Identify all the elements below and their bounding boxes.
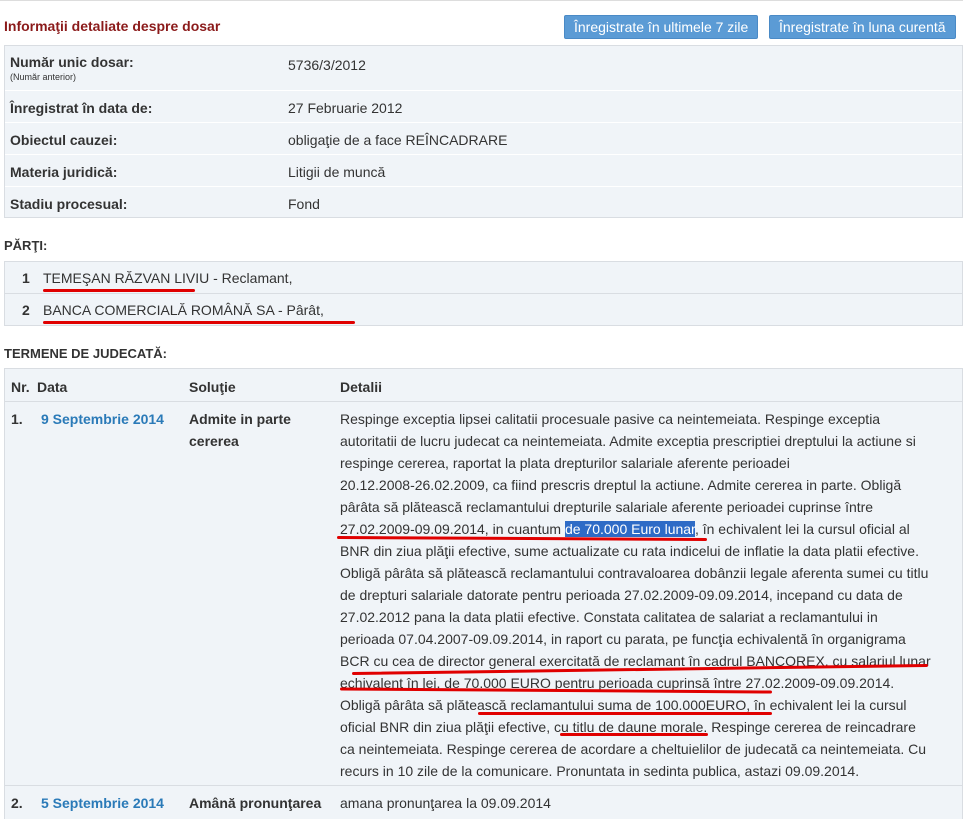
col-header-date: Data <box>37 379 68 395</box>
object-value: obligaţie de a face REÎNCADRARE <box>288 132 508 148</box>
previous-number-label: (Număr anterior) <box>10 72 77 82</box>
term-details: Respinge exceptia lipsei calitatii proce… <box>340 408 940 782</box>
term-solution: cererea <box>189 433 239 449</box>
detail-row-object: Obiectul cauzei: obligaţie de a face REÎ… <box>5 122 962 155</box>
details-line: BNR din ziua plăţii efective, sume actua… <box>340 543 919 559</box>
matter-value: Litigii de muncă <box>288 164 386 180</box>
party-name: TEMEŞAN RĂZVAN LIVIU - Reclamant, <box>43 270 293 286</box>
detail-row-stage: Stadiu procesual: Fond <box>5 186 962 218</box>
details-line: Respinge exceptia lipsei calitatii proce… <box>340 411 881 427</box>
col-header-details: Detalii <box>340 379 383 395</box>
object-label: Obiectul cauzei: <box>10 132 118 148</box>
term-solution: Amână pronunţarea <box>189 795 322 811</box>
stage-label: Stadiu procesual: <box>10 196 128 212</box>
page-header: Informaţii detaliate despre dosar Înregi… <box>4 12 962 40</box>
matter-label: Materia juridică: <box>10 164 118 180</box>
term-row-number: 1. <box>11 411 23 427</box>
red-underline-annotation <box>560 733 708 736</box>
current-month-button[interactable]: Înregistrate în luna curentă <box>769 15 956 39</box>
selected-text: de 70.000 Euro lunar <box>564 521 695 537</box>
term-solution: Admite in parte <box>189 411 291 427</box>
details-line: Obligă pârâta să plătească reclamantului… <box>340 565 929 581</box>
case-number-label: Număr unic dosar: <box>10 54 134 70</box>
party-number: 2 <box>22 302 30 318</box>
detail-row-case-number: Număr unic dosar: (Număr anterior) 5736/… <box>5 46 962 90</box>
details-line: perioada 07.04.2007-09.09.2014, in rapor… <box>340 631 906 647</box>
term-details: amana pronunţarea la 09.09.2014 <box>340 795 551 811</box>
details-line: 27.02.2012 pana la data platii efective.… <box>340 609 878 625</box>
red-underline-annotation <box>478 712 772 715</box>
terms-heading: TERMENE DE JUDECATĂ: <box>4 346 167 361</box>
top-divider <box>0 0 963 5</box>
details-line: recurs in 10 zile de la comunicare. Pron… <box>340 763 860 779</box>
case-number-value: 5736/3/2012 <box>288 57 366 73</box>
col-header-nr: Nr. <box>11 379 30 395</box>
party-name: BANCA COMERCIALĂ ROMÂNĂ SA - Pârât, <box>43 302 324 318</box>
case-details-panel: Număr unic dosar: (Număr anterior) 5736/… <box>4 45 963 218</box>
page-title: Informaţii detaliate despre dosar <box>4 18 221 34</box>
red-underline-annotation <box>43 289 195 292</box>
term-date-link[interactable]: 5 Septembrie 2014 <box>41 795 164 811</box>
stage-value: Fond <box>288 196 320 212</box>
detail-row-matter: Materia juridică: Litigii de muncă <box>5 154 962 187</box>
col-header-solution: Soluţie <box>189 379 236 395</box>
party-number: 1 <box>22 270 30 286</box>
details-line: de drepturi salariale datorate pentru pe… <box>340 587 903 603</box>
registered-label: Înregistrat în data de: <box>10 100 153 116</box>
details-text-after: , în echivalent lei la cursul oficial al <box>694 521 910 537</box>
details-line: 20.12.2008-26.02.2009, ca fiind prescris… <box>340 477 902 493</box>
table-row-divider <box>5 785 962 786</box>
details-text-before: 27.02.2009-09.09.2014, in cuantum <box>340 521 565 537</box>
details-line: ca neintemeiata. Respinge cererea de aco… <box>340 741 927 757</box>
term-date-link[interactable]: 9 Septembrie 2014 <box>41 411 164 427</box>
parties-panel: 1 TEMEŞAN RĂZVAN LIVIU - Reclamant, 2 BA… <box>4 261 963 326</box>
detail-row-registered: Înregistrat în data de: 27 Februarie 201… <box>5 90 962 123</box>
details-line: respinge cererea, raportat la plata drep… <box>340 455 790 471</box>
term-row-number: 2. <box>11 795 23 811</box>
last-7-days-button[interactable]: Înregistrate în ultimele 7 zile <box>564 15 759 39</box>
registered-value: 27 Februarie 2012 <box>288 100 403 116</box>
parties-heading: PĂRŢI: <box>4 238 48 253</box>
details-line: autoritatii de lucru judecat ca neinteme… <box>340 433 916 449</box>
table-row-divider <box>5 401 962 402</box>
terms-table: Nr. Data Soluţie Detalii 1. 9 Septembrie… <box>4 368 963 819</box>
details-line: pârâta să plătească reclamantului dreptu… <box>340 499 874 515</box>
red-underline-annotation <box>43 321 355 324</box>
